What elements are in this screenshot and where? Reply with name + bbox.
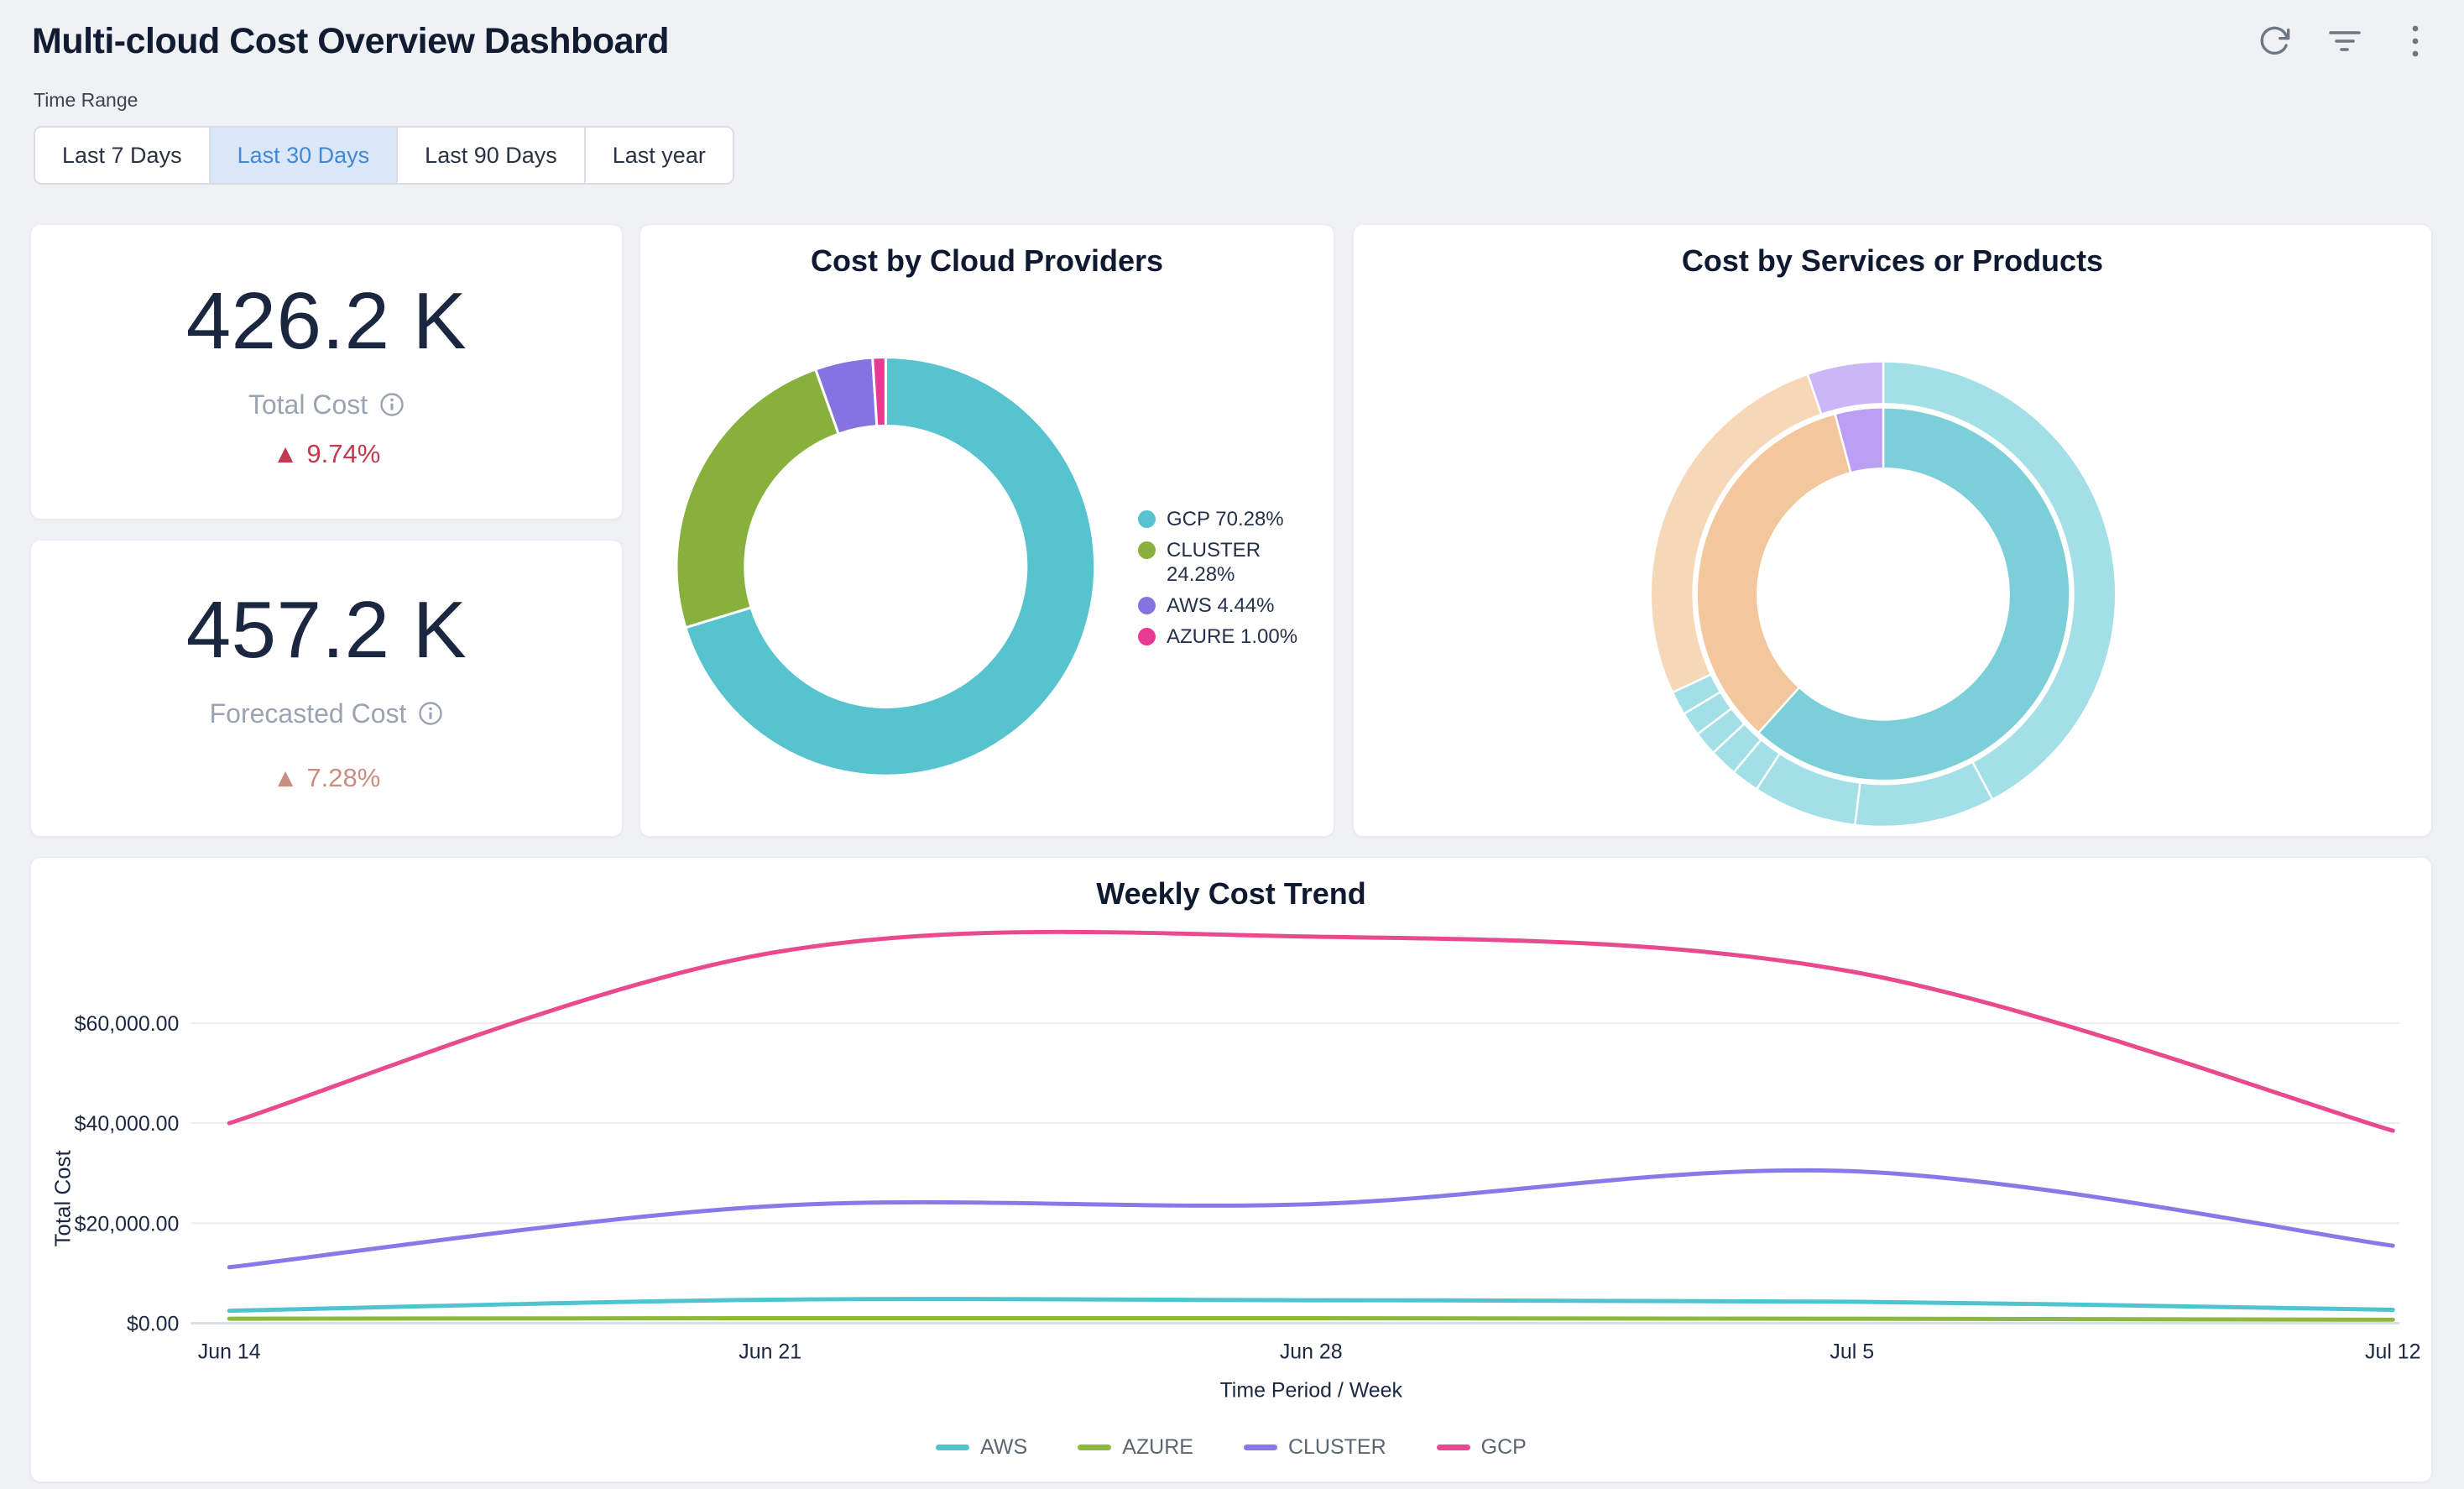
svg-text:Jun 14: Jun 14 — [198, 1340, 261, 1363]
forecasted-cost-kpi-card: 457.2 K Forecasted Cost ▲ 7.28% — [30, 540, 623, 837]
forecasted-cost-delta: 7.28% — [306, 763, 380, 793]
svg-text:Time Period / Week: Time Period / Week — [1220, 1378, 1403, 1402]
cloud-providers-legend: GCP 70.28% CLUSTER 24.28% AWS 4.44% AZUR… — [1138, 507, 1318, 649]
legend-item-cluster[interactable]: CLUSTER 24.28% — [1138, 538, 1318, 587]
trend-legend: AWS AZURE CLUSTER GCP — [31, 1435, 2431, 1460]
cost-by-services-card: Cost by Services or Products — [1353, 224, 2432, 837]
legend-item-azure[interactable]: AZURE 1.00% — [1138, 624, 1318, 649]
trend-legend-label: GCP — [1481, 1435, 1527, 1460]
aws-line-swatch — [936, 1445, 969, 1450]
svg-text:Jun 21: Jun 21 — [739, 1340, 801, 1363]
weekly-cost-trend-chart[interactable]: $0.00 $20,000.00 $40,000.00 $60,000.00 Jun 1… — [31, 858, 2431, 1481]
gcp-legend-dot — [1138, 510, 1156, 528]
header-actions — [2256, 23, 2434, 60]
gcp-line-swatch — [1437, 1445, 1470, 1450]
cluster-line-swatch — [1244, 1445, 1277, 1450]
trend-legend-label: AZURE — [1122, 1435, 1193, 1460]
time-range-last-30-days[interactable]: Last 30 Days — [209, 128, 397, 183]
svg-text:$0.00: $0.00 — [127, 1312, 179, 1335]
svg-text:$20,000.00: $20,000.00 — [75, 1212, 180, 1236]
svg-text:Jul 5: Jul 5 — [1830, 1340, 1874, 1363]
total-cost-label: Total Cost — [248, 389, 368, 421]
refresh-button[interactable] — [2256, 23, 2293, 60]
trend-legend-item-gcp[interactable]: GCP — [1437, 1435, 1527, 1460]
trend-legend-item-aws[interactable]: AWS — [936, 1435, 1027, 1460]
cluster-legend-dot — [1138, 541, 1156, 559]
legend-item-gcp[interactable]: GCP 70.28% — [1138, 507, 1318, 531]
kebab-menu-icon — [2409, 23, 2421, 60]
svg-text:Jul 12: Jul 12 — [2365, 1340, 2421, 1363]
trend-legend-item-azure[interactable]: AZURE — [1078, 1435, 1193, 1460]
svg-text:$40,000.00: $40,000.00 — [75, 1112, 180, 1136]
forecasted-cost-label: Forecasted Cost — [210, 698, 407, 729]
info-icon[interactable] — [418, 701, 443, 726]
delta-up-icon: ▲ — [273, 763, 299, 793]
azure-line-swatch — [1078, 1445, 1111, 1450]
time-range-last-90-days[interactable]: Last 90 Days — [396, 128, 584, 183]
total-cost-delta: 9.74% — [306, 439, 380, 469]
info-icon[interactable] — [379, 392, 405, 417]
svg-text:Total Cost: Total Cost — [52, 1149, 76, 1246]
weekly-cost-trend-card: Weekly Cost Trend $0.00$20,000.00$40,000… — [30, 857, 2432, 1482]
time-range-last-year[interactable]: Last year — [584, 128, 733, 183]
trend-legend-item-cluster[interactable]: CLUSTER — [1244, 1435, 1386, 1460]
svg-text:Jun 28: Jun 28 — [1280, 1340, 1343, 1363]
page-header: Multi-cloud Cost Overview Dashboard — [32, 12, 2434, 71]
svg-text:$60,000.00: $60,000.00 — [75, 1012, 180, 1036]
time-range-label: Time Range — [34, 89, 138, 112]
delta-up-icon: ▲ — [273, 439, 299, 469]
aws-legend-dot — [1138, 597, 1156, 614]
total-cost-kpi-card: 426.2 K Total Cost ▲ 9.74% — [30, 224, 623, 520]
more-menu-button[interactable] — [2397, 23, 2434, 60]
legend-item-aws[interactable]: AWS 4.44% — [1138, 593, 1318, 618]
time-range-last-7-days[interactable]: Last 7 Days — [35, 128, 209, 183]
filter-button[interactable] — [2326, 23, 2363, 60]
total-cost-value: 426.2 K — [186, 275, 467, 368]
services-sunburst-chart[interactable] — [1354, 225, 2431, 836]
cost-by-cloud-providers-card: Cost by Cloud Providers GCP 70.28% CLUST… — [639, 224, 1334, 837]
filter-icon — [2327, 27, 2362, 55]
trend-legend-label: CLUSTER — [1288, 1435, 1386, 1460]
refresh-icon — [2258, 24, 2291, 58]
forecasted-cost-value: 457.2 K — [186, 584, 467, 677]
time-range-button-group: Last 7 Days Last 30 Days Last 90 Days La… — [34, 126, 734, 185]
trend-legend-label: AWS — [980, 1435, 1027, 1460]
azure-legend-dot — [1138, 628, 1156, 645]
page-title: Multi-cloud Cost Overview Dashboard — [32, 21, 669, 62]
